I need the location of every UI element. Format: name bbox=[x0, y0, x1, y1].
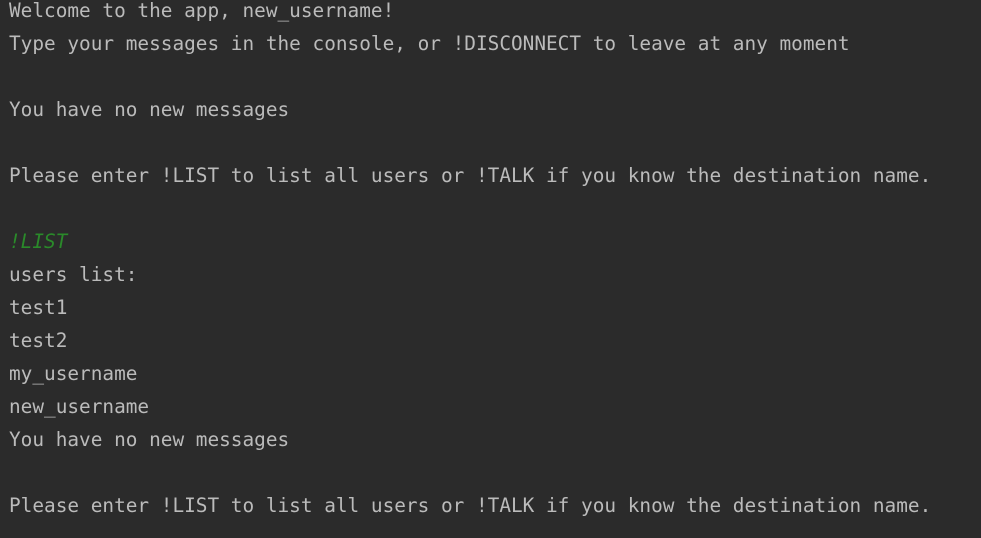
console-line-prompt: Please enter !LIST to list all users or … bbox=[9, 494, 932, 517]
console-output[interactable]: Welcome to the app, new_username! Type y… bbox=[0, 0, 981, 538]
console-line-instructions: Type your messages in the console, or !D… bbox=[9, 32, 850, 55]
console-line-user: my_username bbox=[9, 362, 138, 385]
console-line-user: test1 bbox=[9, 296, 68, 319]
console-line-welcome: Welcome to the app, new_username! bbox=[9, 0, 395, 22]
console-user-input: !LIST bbox=[9, 230, 68, 253]
console-line-users-list-header: users list: bbox=[9, 263, 138, 286]
console-line-no-messages: You have no new messages bbox=[9, 428, 290, 451]
console-line-no-messages: You have no new messages bbox=[9, 98, 290, 121]
console-line-user: test2 bbox=[9, 329, 68, 352]
console-line-user: new_username bbox=[9, 395, 150, 418]
console-line-prompt: Please enter !LIST to list all users or … bbox=[9, 164, 932, 187]
